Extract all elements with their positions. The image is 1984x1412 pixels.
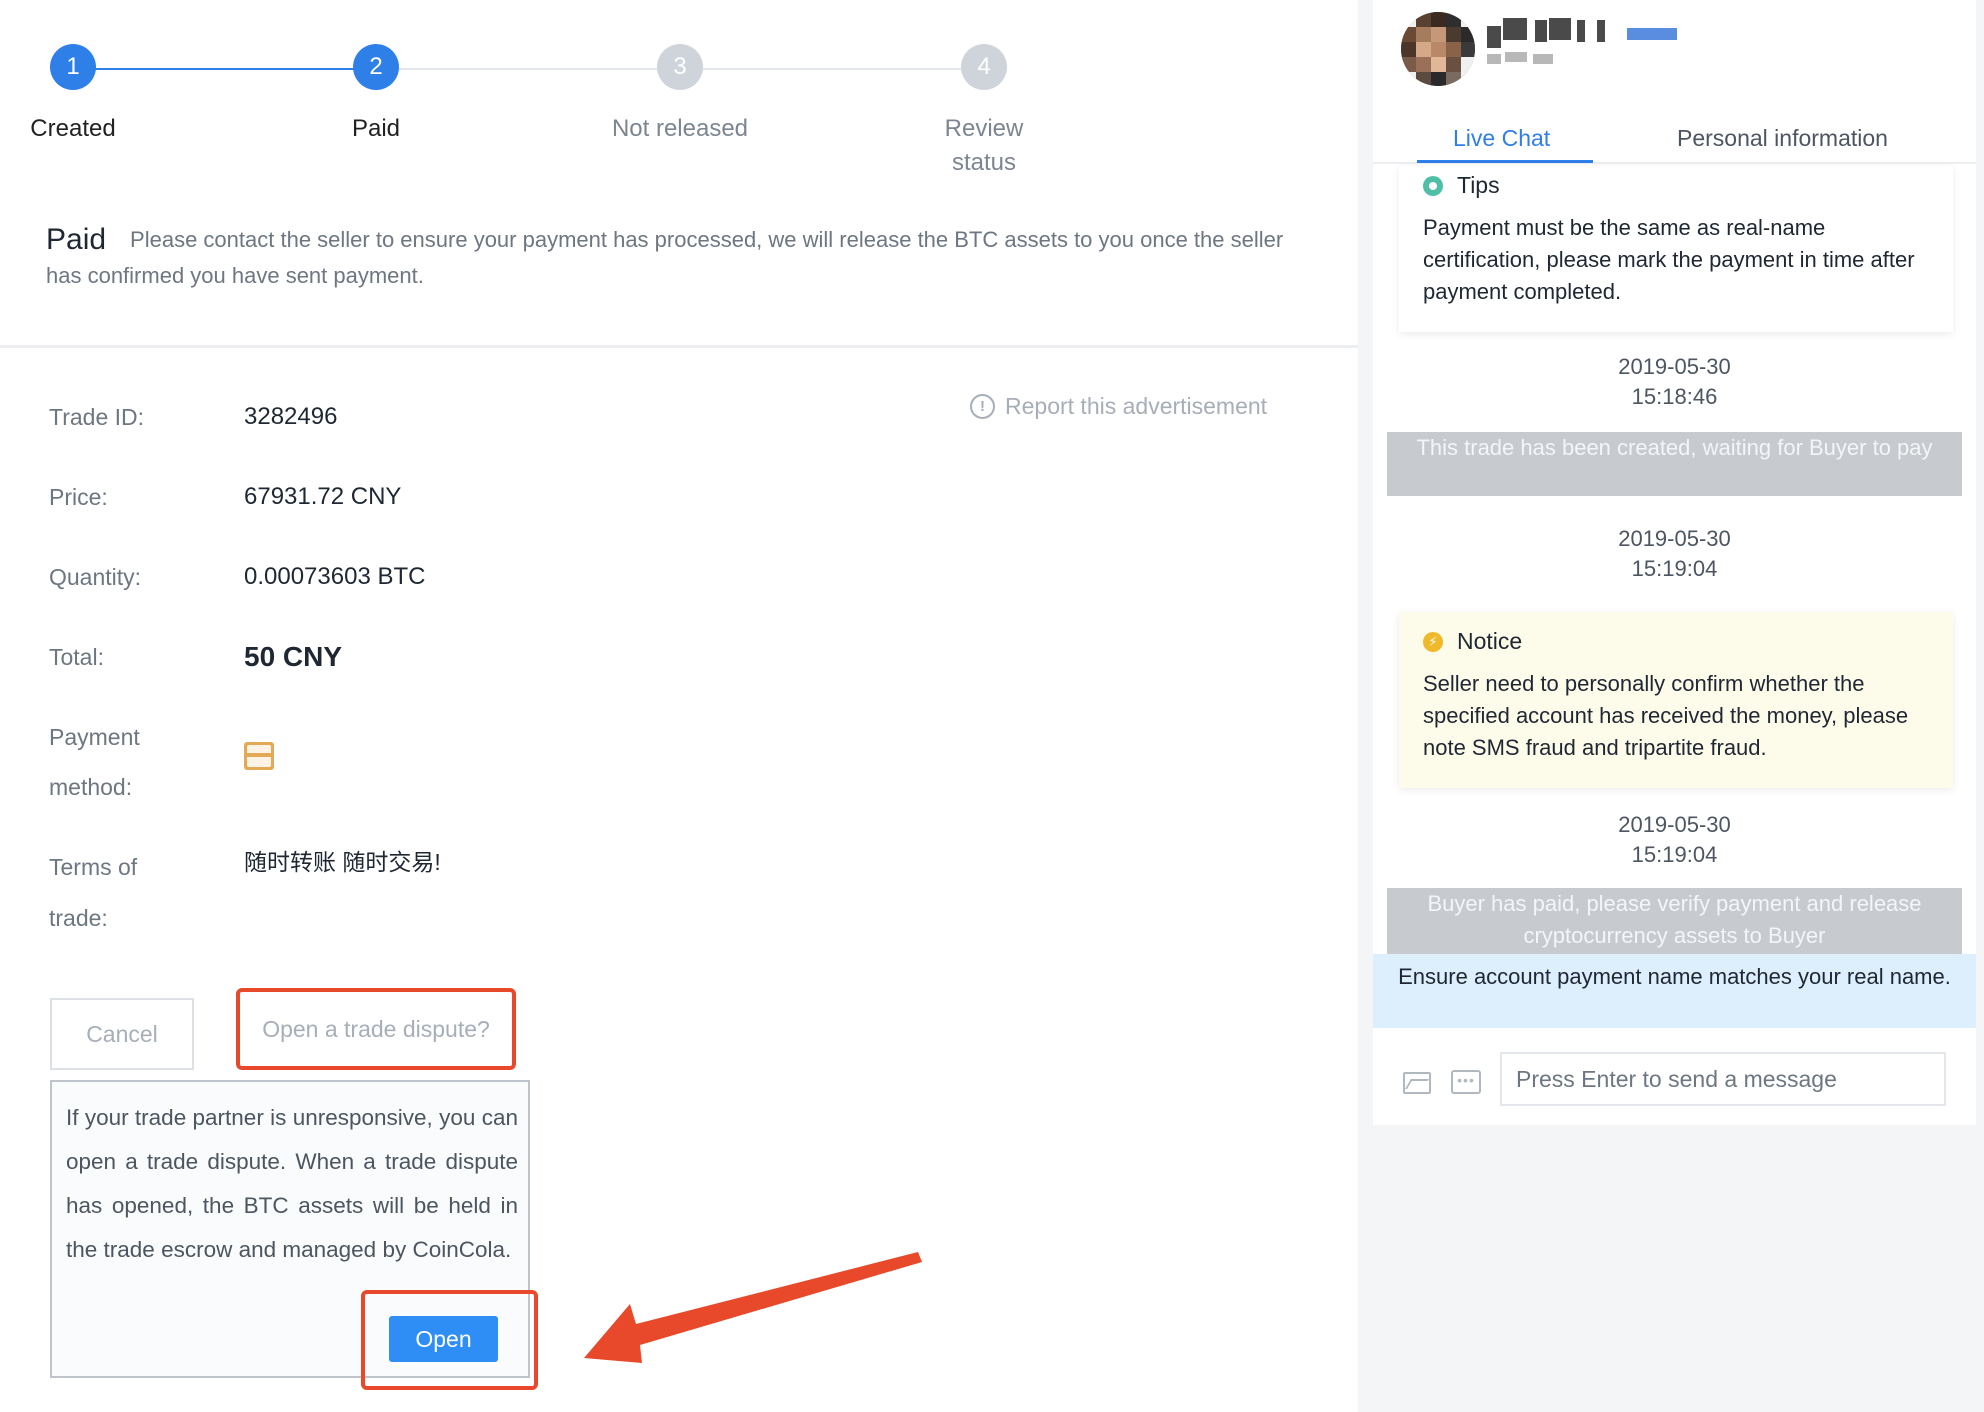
tab-live-chat[interactable]: Live Chat	[1453, 122, 1550, 154]
step-label: Created	[30, 115, 116, 142]
order-panel: 1 Created 2 Paid 3 Not released 4 Review…	[0, 0, 1358, 1412]
trade-id-value: 3282496	[244, 403, 338, 430]
tips-title: Tips	[1457, 172, 1500, 198]
step-label: Review status	[944, 115, 1024, 176]
step-label: Not released	[611, 115, 749, 142]
notice-text: Seller need to personally confirm whethe…	[1423, 671, 1909, 760]
message-time: 15:19:04	[1631, 842, 1718, 867]
counterparty-header	[1373, 0, 1976, 112]
bank-card-icon	[244, 742, 274, 770]
tips-text: Payment must be the same as real-name ce…	[1423, 215, 1915, 304]
message-composer: •••	[1373, 1030, 1976, 1125]
image-upload-icon[interactable]	[1403, 1072, 1431, 1094]
tips-title-row: Tips	[1423, 172, 1500, 199]
lightning-icon: ⚡	[1423, 631, 1443, 652]
open-dispute-confirm-button[interactable]: Open	[389, 1316, 498, 1362]
terms-value: 随时转账 随时交易!	[244, 849, 441, 875]
quick-reply-icon[interactable]: •••	[1451, 1070, 1481, 1094]
progress-steps: 1 Created 2 Paid 3 Not released 4 Review…	[0, 0, 1358, 200]
terms-label: Terms of	[49, 854, 138, 880]
status-message: Paid Please contact the seller to ensure …	[46, 222, 1306, 294]
step-number: 1	[50, 44, 96, 90]
total-label: Total:	[49, 644, 104, 670]
message-time: 15:18:46	[1631, 384, 1718, 409]
message-date: 2019-05-30	[1618, 812, 1731, 837]
chat-tabs: Live Chat Personal information	[1373, 112, 1976, 164]
message-input[interactable]	[1500, 1052, 1946, 1106]
status-text: Please contact the seller to ensure your…	[46, 227, 1284, 288]
step-label: Paid	[351, 115, 401, 142]
notice-card: ⚡ Notice Seller need to personally confi…	[1399, 612, 1953, 788]
message-time: 15:19:04	[1631, 556, 1718, 581]
step-paid: 2 Paid	[276, 0, 476, 146]
trade-id-label: Trade ID:	[49, 404, 145, 430]
step-created: 1 Created	[0, 0, 173, 146]
step-number: 4	[961, 44, 1007, 90]
username-redacted	[1487, 18, 1687, 48]
quantity-value: 0.00073603 BTC	[244, 563, 426, 590]
notice-title: Notice	[1457, 628, 1523, 654]
open-dispute-button[interactable]: Open a trade dispute?	[236, 988, 516, 1070]
section-divider	[0, 345, 1358, 348]
tips-card: Tips Payment must be the same as real-na…	[1399, 166, 1953, 332]
step-number: 2	[353, 44, 399, 90]
active-tab-indicator	[1417, 160, 1593, 163]
price-label: Price:	[49, 484, 108, 510]
step-review-status: 4 Review status	[884, 0, 1084, 180]
system-message: Buyer has paid, please verify payment an…	[1387, 888, 1962, 954]
ensure-name-banner: Ensure account payment name matches your…	[1373, 954, 1976, 1028]
message-date: 2019-05-30	[1618, 526, 1731, 551]
message-date: 2019-05-30	[1618, 354, 1731, 379]
shield-check-icon	[1423, 175, 1443, 196]
terms-label-2: trade:	[49, 905, 108, 931]
annotation-arrow-icon	[584, 1252, 922, 1363]
step-number: 3	[657, 44, 703, 90]
total-value: 50 CNY	[244, 641, 343, 672]
report-advertisement-link[interactable]: ! Report this advertisement	[970, 388, 1267, 424]
payment-method-label-2: method:	[49, 774, 133, 800]
report-label: Report this advertisement	[1005, 393, 1268, 419]
notice-title-row: ⚡ Notice	[1423, 628, 1522, 655]
user-subtitle-redacted	[1487, 52, 1557, 68]
step-not-released: 3 Not released	[580, 0, 780, 146]
avatar[interactable]	[1401, 12, 1475, 86]
chat-panel: Live Chat Personal information Tips Paym…	[1373, 0, 1976, 1125]
cancel-button[interactable]: Cancel	[50, 998, 194, 1070]
info-icon: !	[970, 393, 995, 419]
status-title: Paid	[46, 223, 107, 256]
dispute-explanation: If your trade partner is unresponsive, y…	[66, 1105, 518, 1262]
quantity-label: Quantity:	[49, 564, 142, 590]
system-message: This trade has been created, waiting for…	[1387, 432, 1962, 496]
price-value: 67931.72 CNY	[244, 483, 402, 510]
tab-personal-information[interactable]: Personal information	[1677, 122, 1888, 154]
payment-method-label: Payment	[49, 724, 140, 750]
